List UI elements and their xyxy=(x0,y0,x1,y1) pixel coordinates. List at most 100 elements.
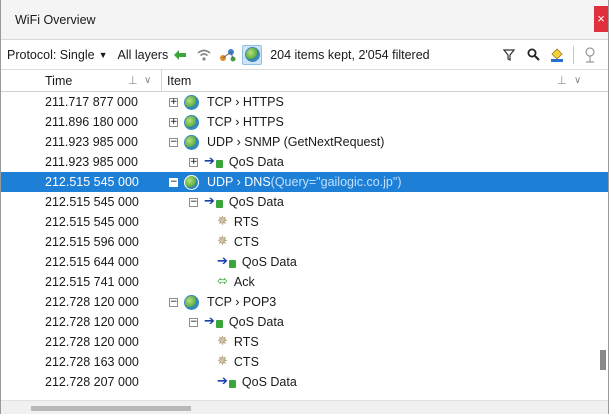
row-tree-cell: + ➔ QoS Data xyxy=(189,152,284,172)
table-row[interactable]: 212.728 120 000 ✵ RTS xyxy=(1,332,608,352)
row-tree-cell: − ➔ QoS Data xyxy=(189,192,284,212)
table-row[interactable]: 212.728 120 000 − ➔ QoS Data xyxy=(1,312,608,332)
lock-icon xyxy=(215,200,223,208)
collapse-icon[interactable]: − xyxy=(169,137,178,147)
table-row[interactable]: 211.896 180 000 + TCP › HTTPS xyxy=(1,112,608,132)
filter-summary: 204 items kept, 2'054 filtered xyxy=(270,47,430,62)
control-frame-icon: ✵ xyxy=(217,234,228,249)
row-tree-cell: ✵ RTS xyxy=(217,332,259,352)
collapse-icon[interactable]: − xyxy=(189,317,198,327)
collapse-icon[interactable]: − xyxy=(169,297,178,307)
table-row[interactable]: 212.728 207 000 ➔ QoS Data xyxy=(1,372,608,392)
vertical-scroll-thumb[interactable] xyxy=(600,350,606,370)
vertical-scrollbar[interactable] xyxy=(600,92,608,392)
table-row[interactable]: 212.515 545 000 ✵ RTS xyxy=(1,212,608,232)
protocol-dropdown[interactable]: Protocol: Single ▼ xyxy=(1,40,113,69)
row-query: (Query="gailogic.co.jp") xyxy=(270,175,402,189)
wifi-overview-window: WiFi Overview × Protocol: Single ▼ All l… xyxy=(0,0,609,414)
horizontal-scroll-thumb[interactable] xyxy=(31,406,191,411)
row-time: 212.728 163 000 xyxy=(45,355,139,369)
chevron-down-icon[interactable]: ∨ xyxy=(144,70,151,92)
table-row[interactable]: 211.923 985 000 + ➔ QoS Data xyxy=(1,152,608,172)
row-time: 212.728 120 000 xyxy=(45,315,139,329)
row-label: UDP › SNMP (GetNextRequest) xyxy=(207,135,385,149)
protocol-label: Protocol: Single xyxy=(7,47,95,62)
table-row[interactable]: 211.717 877 000 + TCP › HTTPS xyxy=(1,92,608,112)
column-divider[interactable] xyxy=(161,70,162,92)
row-label: QoS Data xyxy=(228,195,284,209)
collapse-icon[interactable]: − xyxy=(189,197,198,207)
table-row[interactable]: 212.515 596 000 ✵ CTS xyxy=(1,232,608,252)
globe-icon[interactable] xyxy=(242,44,263,65)
table-row[interactable]: 212.515 741 000 ⬄ Ack xyxy=(1,272,608,292)
toolbar-right-tools xyxy=(497,40,602,69)
filter-icon[interactable] xyxy=(499,45,519,65)
row-tree-cell: ✵ CTS xyxy=(217,232,259,252)
packet-tree: 211.717 877 000 + TCP › HTTPS 211.896 180 0… xyxy=(1,92,608,392)
globe-icon xyxy=(184,174,199,190)
row-label: TCP › HTTPS xyxy=(207,115,284,129)
arrow-right-icon: ➔ xyxy=(204,154,215,169)
close-button[interactable]: × xyxy=(594,6,608,32)
arrow-lock-icon: ➔ xyxy=(204,152,223,172)
row-tree-cell: − UDP › DNS (Query="gailogic.co.jp") xyxy=(169,172,401,192)
row-time: 212.728 207 000 xyxy=(45,375,139,389)
row-time: 211.923 985 000 xyxy=(45,135,138,149)
pin-icon[interactable]: ⊥ xyxy=(557,70,567,92)
toolbar: Protocol: Single ▼ All layers 204 items … xyxy=(1,40,608,70)
row-label: Ack xyxy=(233,275,255,289)
row-label: CTS xyxy=(233,355,259,369)
row-label: QoS Data xyxy=(228,155,284,169)
table-row[interactable]: 212.515 545 000 − ➔ QoS Data xyxy=(1,192,608,212)
pin-icon[interactable]: ⊥ xyxy=(128,70,138,92)
table-row[interactable]: 212.515 644 000 ➔ QoS Data xyxy=(1,252,608,272)
arrow-right-icon: ➔ xyxy=(204,314,215,329)
arrow-right-icon: ➔ xyxy=(204,194,215,209)
row-label: UDP › DNS xyxy=(207,175,271,189)
row-time: 211.896 180 000 xyxy=(45,115,138,129)
table-row[interactable]: 212.515 545 000 − UDP › DNS (Query="gailog… xyxy=(1,172,608,192)
layers-label-item: All layers xyxy=(113,40,168,69)
expand-icon[interactable]: + xyxy=(189,157,198,167)
row-tree-cell: − TCP › POP3 xyxy=(169,292,276,312)
network-icon[interactable] xyxy=(580,45,600,65)
row-time: 212.515 596 000 xyxy=(45,235,139,249)
nodes-icon[interactable] xyxy=(218,45,238,65)
arrow-lock-icon: ➔ xyxy=(204,192,223,212)
row-label: QoS Data xyxy=(241,255,297,269)
paint-icon[interactable] xyxy=(547,45,567,65)
globe-icon xyxy=(184,294,199,310)
row-tree-cell: ➔ QoS Data xyxy=(217,252,297,272)
lock-icon xyxy=(215,160,223,168)
window-title: WiFi Overview xyxy=(15,13,96,27)
chevron-down-icon[interactable]: ∨ xyxy=(574,70,581,92)
arrow-lock-icon: ➔ xyxy=(217,252,236,272)
row-tree-cell: ⬄ Ack xyxy=(217,272,255,292)
row-tree-cell: ✵ CTS xyxy=(217,352,259,372)
row-label: TCP › HTTPS xyxy=(207,95,284,109)
row-time: 211.923 985 000 xyxy=(45,155,138,169)
wifi-icon[interactable] xyxy=(194,45,214,65)
expand-icon[interactable]: + xyxy=(169,97,178,107)
back-arrow-icon[interactable] xyxy=(170,45,190,65)
arrow-lock-icon: ➔ xyxy=(217,372,236,392)
column-item[interactable]: Item xyxy=(167,70,191,92)
row-tree-cell: − UDP › SNMP (GetNextRequest) xyxy=(169,132,384,152)
collapse-icon[interactable]: − xyxy=(169,177,178,187)
row-tree-cell: + TCP › HTTPS xyxy=(169,92,284,112)
table-row[interactable]: 212.728 163 000 ✵ CTS xyxy=(1,352,608,372)
row-time: 211.717 877 000 xyxy=(45,95,138,109)
lock-icon xyxy=(215,320,223,328)
column-time[interactable]: Time xyxy=(45,70,72,92)
row-label: RTS xyxy=(233,335,259,349)
row-label: QoS Data xyxy=(241,375,297,389)
expand-icon[interactable]: + xyxy=(169,117,178,127)
row-time: 212.515 644 000 xyxy=(45,255,139,269)
table-row[interactable]: 212.728 120 000 − TCP › POP3 xyxy=(1,292,608,312)
table-row[interactable]: 211.923 985 000 − UDP › SNMP (GetNextReque… xyxy=(1,132,608,152)
arrow-right-icon: ➔ xyxy=(217,254,228,269)
lock-icon xyxy=(228,380,236,388)
horizontal-scrollbar[interactable] xyxy=(1,400,608,414)
search-icon[interactable] xyxy=(523,45,543,65)
row-label: QoS Data xyxy=(228,315,284,329)
